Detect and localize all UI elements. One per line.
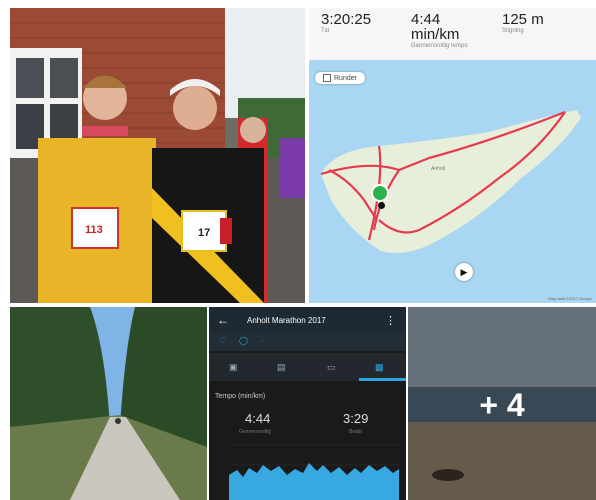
map-illustration	[320, 110, 581, 254]
stat-pace: 4:44 min/km Gennemsnitlig tempo	[411, 12, 481, 50]
photo-forest-road[interactable]	[10, 307, 207, 500]
app-screen[interactable]: ← Anholt Marathon 2017 ⋮ ♡ ◯ ∙ ▣ ▤ ▭ ▩ T…	[209, 307, 406, 500]
pace-chart[interactable]	[209, 435, 406, 500]
tab-overview-icon[interactable]: ▣	[229, 362, 239, 372]
stat-time: 3:20:25 Tid	[321, 12, 371, 35]
more-menu-icon[interactable]: ⋮	[385, 314, 396, 327]
stat-time-label: Tid	[321, 28, 330, 34]
action-row: ♡ ◯ ∙	[209, 333, 406, 351]
avg-pace-value: 4:44	[245, 411, 271, 426]
stat-elevation: 125 m Stigning	[502, 12, 544, 35]
stat-elevation-value: 125 m	[502, 11, 544, 28]
back-arrow-icon[interactable]: ←	[217, 313, 229, 327]
start-marker-icon[interactable]	[371, 184, 389, 202]
bib-number-left: 113	[85, 224, 103, 236]
active-tab-indicator	[359, 378, 406, 381]
runder-label: Runder	[334, 74, 357, 82]
comment-icon[interactable]: ◯	[239, 336, 248, 345]
like-icon[interactable]: ♡	[219, 336, 226, 345]
tab-bar: ▣ ▤ ▭ ▩	[209, 353, 406, 381]
bib-number-right: 17	[198, 227, 211, 239]
tab-details-icon[interactable]: ▤	[277, 362, 287, 372]
island-label: Anholt	[431, 166, 446, 172]
tempo-header: Tempo (min/km)	[215, 393, 266, 400]
map-attribution: Map data ©2017 Google	[548, 296, 592, 301]
play-icon: ▶	[460, 266, 468, 277]
app-header: ← Anholt Marathon 2017 ⋮	[209, 307, 406, 333]
photo-runners[interactable]: 113 17	[10, 8, 305, 303]
tab-charts-icon[interactable]: ▩	[375, 362, 385, 372]
end-marker-icon[interactable]	[378, 202, 385, 209]
runder-toggle[interactable]: Runder	[315, 72, 365, 84]
runners-photo-illustration	[10, 8, 305, 303]
best-pace-value: 3:29	[343, 411, 369, 426]
app-title: Anholt Marathon 2017	[247, 315, 326, 325]
checkbox-icon	[323, 74, 331, 82]
map-tile[interactable]: 3:20:25 Tid 4:44 min/km Gennemsnitlig te…	[309, 8, 596, 303]
more-photos-count[interactable]: + 4	[408, 387, 596, 424]
stat-time-value: 3:20:25	[321, 11, 372, 28]
share-icon[interactable]: ∙	[261, 336, 263, 345]
stat-pace-value: 4:44 min/km	[411, 11, 460, 43]
stat-elevation-label: Stigning	[502, 28, 524, 34]
stat-pace-label: Gennemsnitlig tempo	[411, 43, 468, 49]
map-area[interactable]: Anholt ▶ Map data ©2017 Google	[309, 60, 596, 303]
forest-road-illustration	[10, 307, 207, 500]
tab-laps-icon[interactable]: ▭	[327, 362, 337, 372]
photo-beach-more[interactable]: + 4	[408, 307, 596, 500]
play-button[interactable]: ▶	[455, 263, 473, 281]
